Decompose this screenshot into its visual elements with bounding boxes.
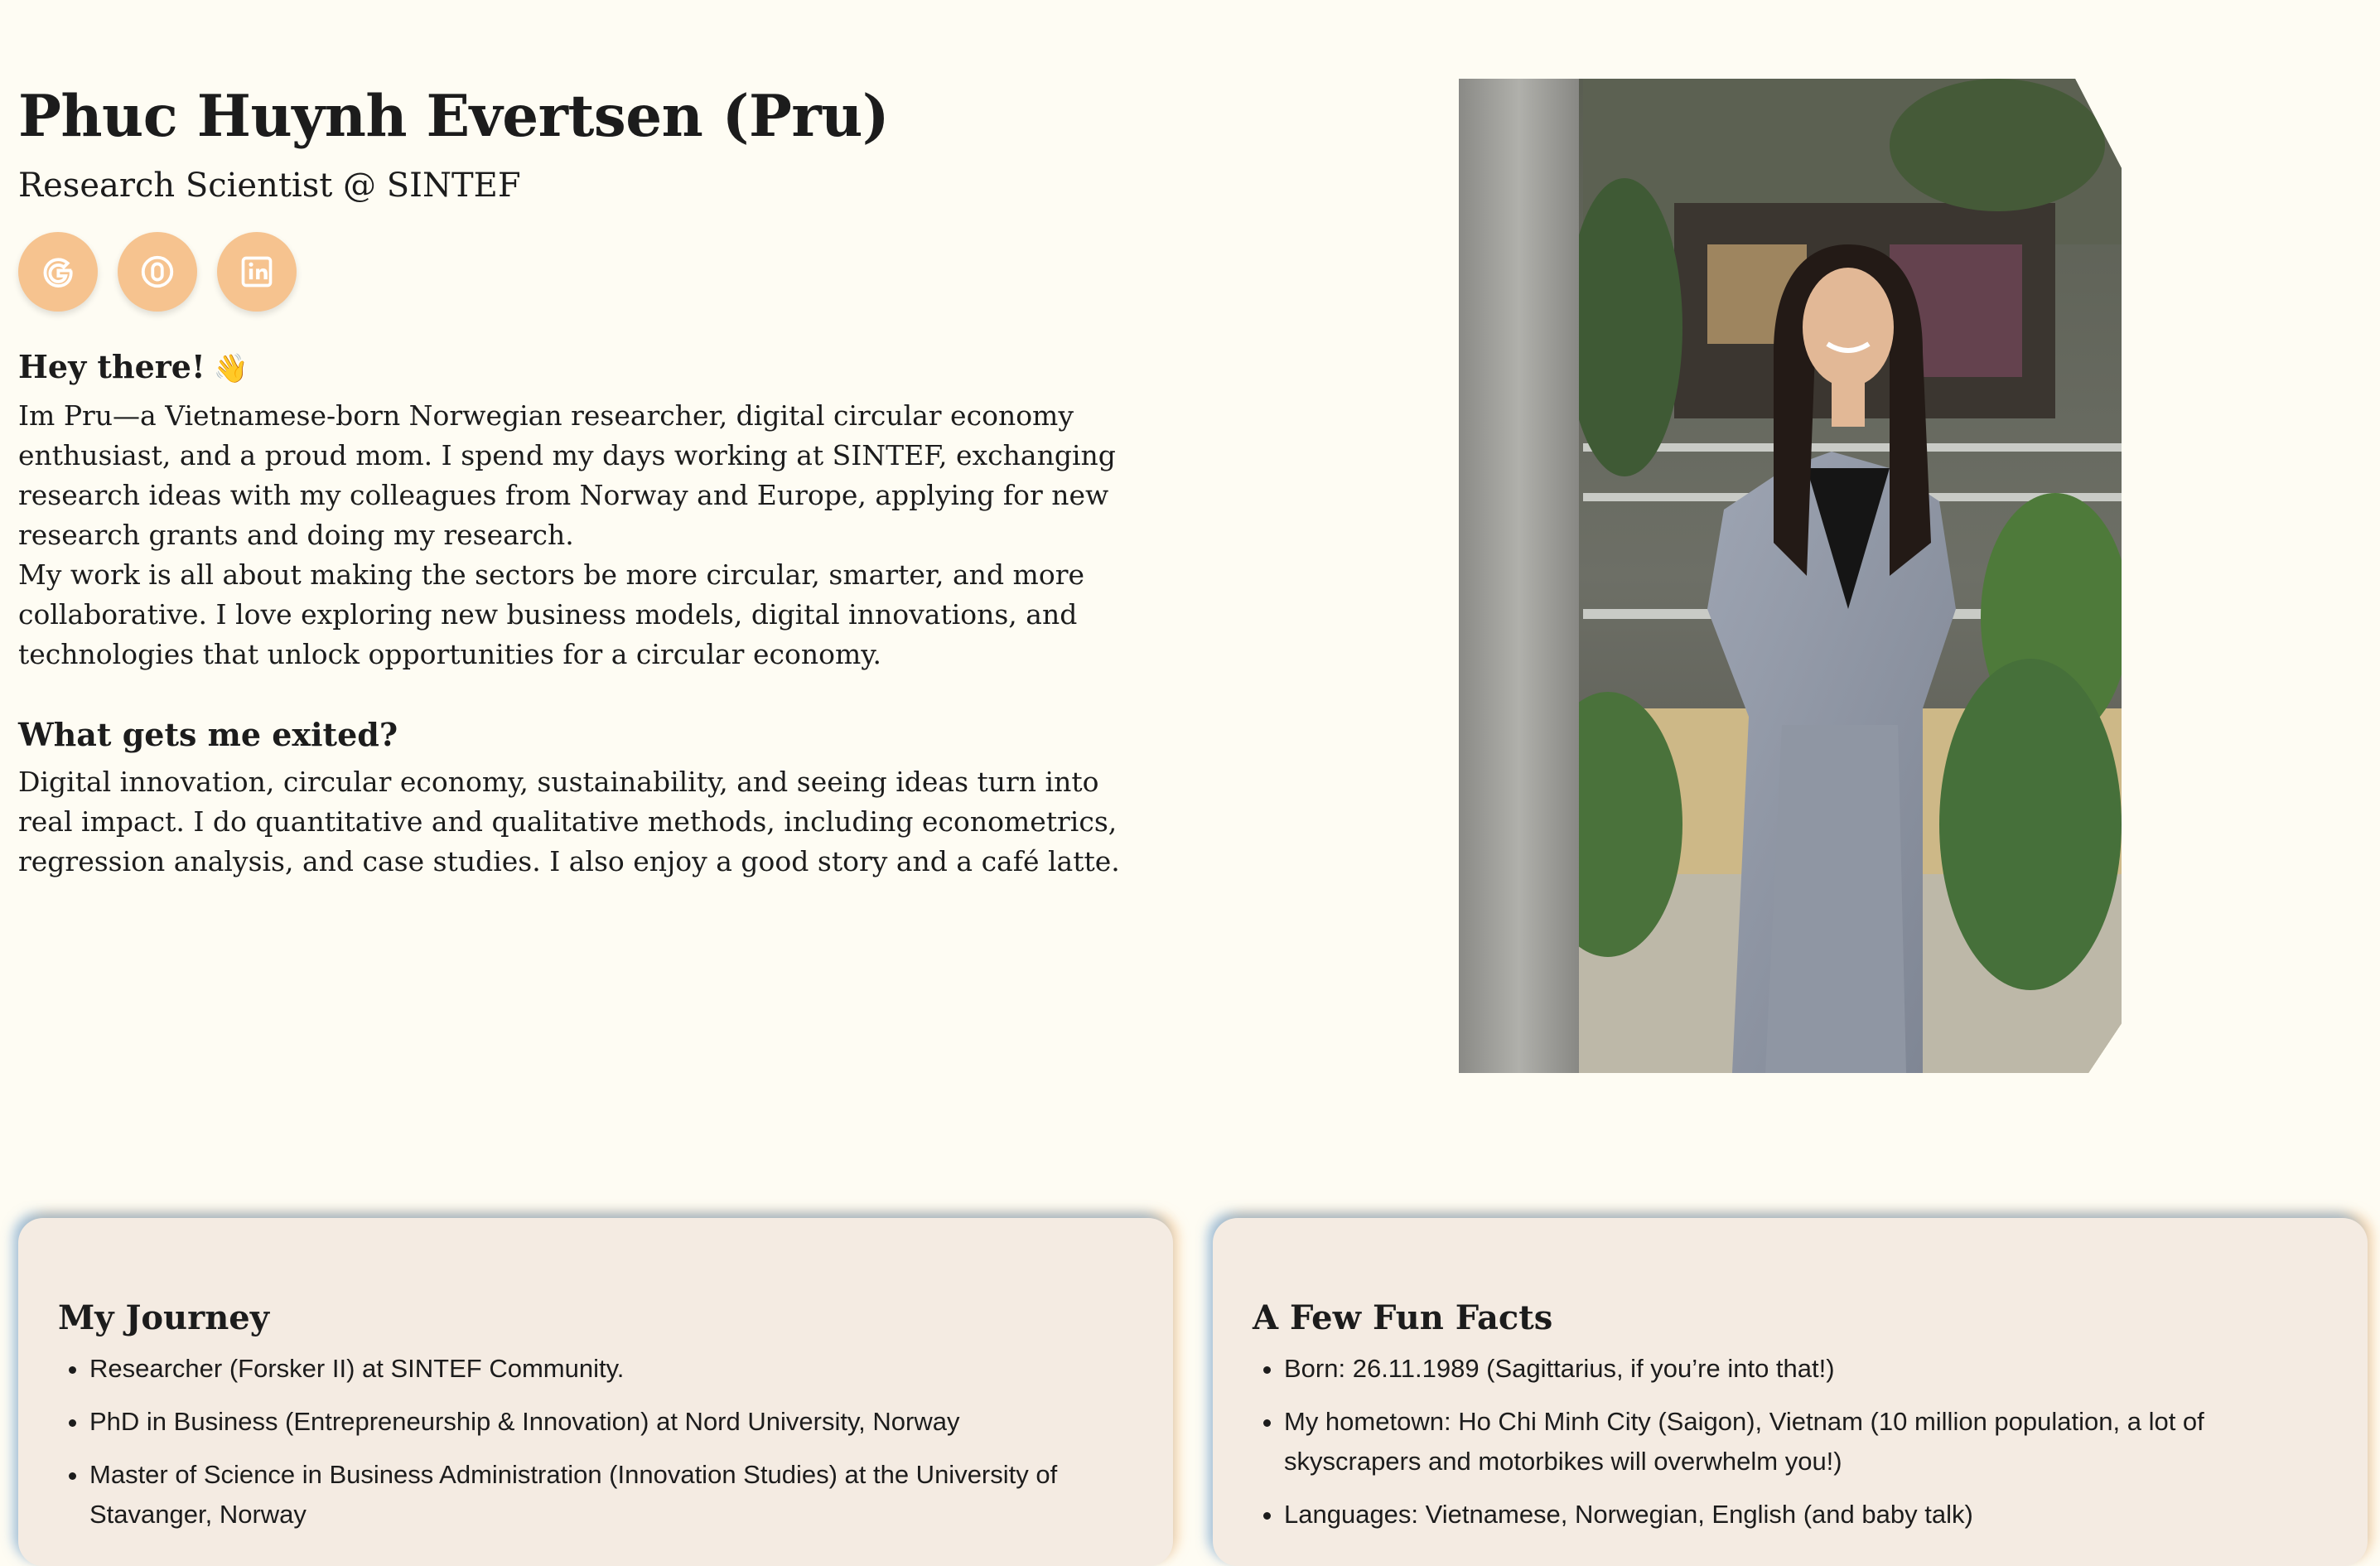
journey-title: My Journey [58, 1298, 269, 1337]
excites-heading: What gets me exited? [18, 716, 398, 753]
list-item: Researcher (Forsker II) at SINTEF Commun… [89, 1349, 1133, 1389]
fun-facts-card: A Few Fun Facts Born: 26.11.1989 (Sagitt… [1213, 1218, 2368, 1566]
greeting-heading: Hey there! 👋 [18, 345, 1178, 391]
list-item: Born: 26.11.1989 (Sagittarius, if you’re… [1284, 1349, 2328, 1389]
fun-facts-list: Born: 26.11.1989 (Sagittarius, if you’re… [1253, 1349, 2328, 1535]
google-scholar-icon [43, 258, 73, 288]
linkedin-button[interactable] [217, 232, 297, 312]
intro-paragraph: Im Pru—a Vietnamese-born Norwegian resea… [18, 399, 1116, 551]
portrait-image [1459, 79, 2122, 1073]
orcid-icon [141, 255, 174, 288]
hero-section: Phuc Huynh Evertsen (Pru) Research Scien… [18, 71, 1178, 882]
journey-list: Researcher (Forsker II) at SINTEF Commun… [58, 1349, 1133, 1535]
list-item: PhD in Business (Entrepreneurship & Inno… [89, 1402, 1133, 1442]
journey-card: My Journey Researcher (Forsker II) at SI… [18, 1218, 1173, 1566]
orcid-button[interactable] [118, 232, 197, 312]
list-item: Languages: Vietnamese, Norwegian, Englis… [1284, 1495, 2328, 1535]
google-scholar-button[interactable] [18, 232, 98, 312]
page-title: Phuc Huynh Evertsen (Pru) [18, 83, 890, 150]
linkedin-icon [241, 256, 273, 288]
waving-hand-icon: 👋 [213, 352, 249, 385]
fun-facts-title: A Few Fun Facts [1253, 1298, 1553, 1337]
list-item: My hometown: Ho Chi Minh City (Saigon), … [1284, 1402, 2328, 1481]
social-links [18, 232, 1178, 312]
greeting-text: Hey there! [18, 348, 205, 385]
excites-paragraph: Digital innovation, circular economy, su… [18, 766, 1120, 877]
work-paragraph: My work is all about making the sectors … [18, 558, 1085, 670]
job-title: Research Scientist @ SINTEF [18, 167, 521, 205]
list-item: Master of Science in Business Administra… [89, 1455, 1133, 1535]
profile-photo [1459, 79, 2122, 1073]
